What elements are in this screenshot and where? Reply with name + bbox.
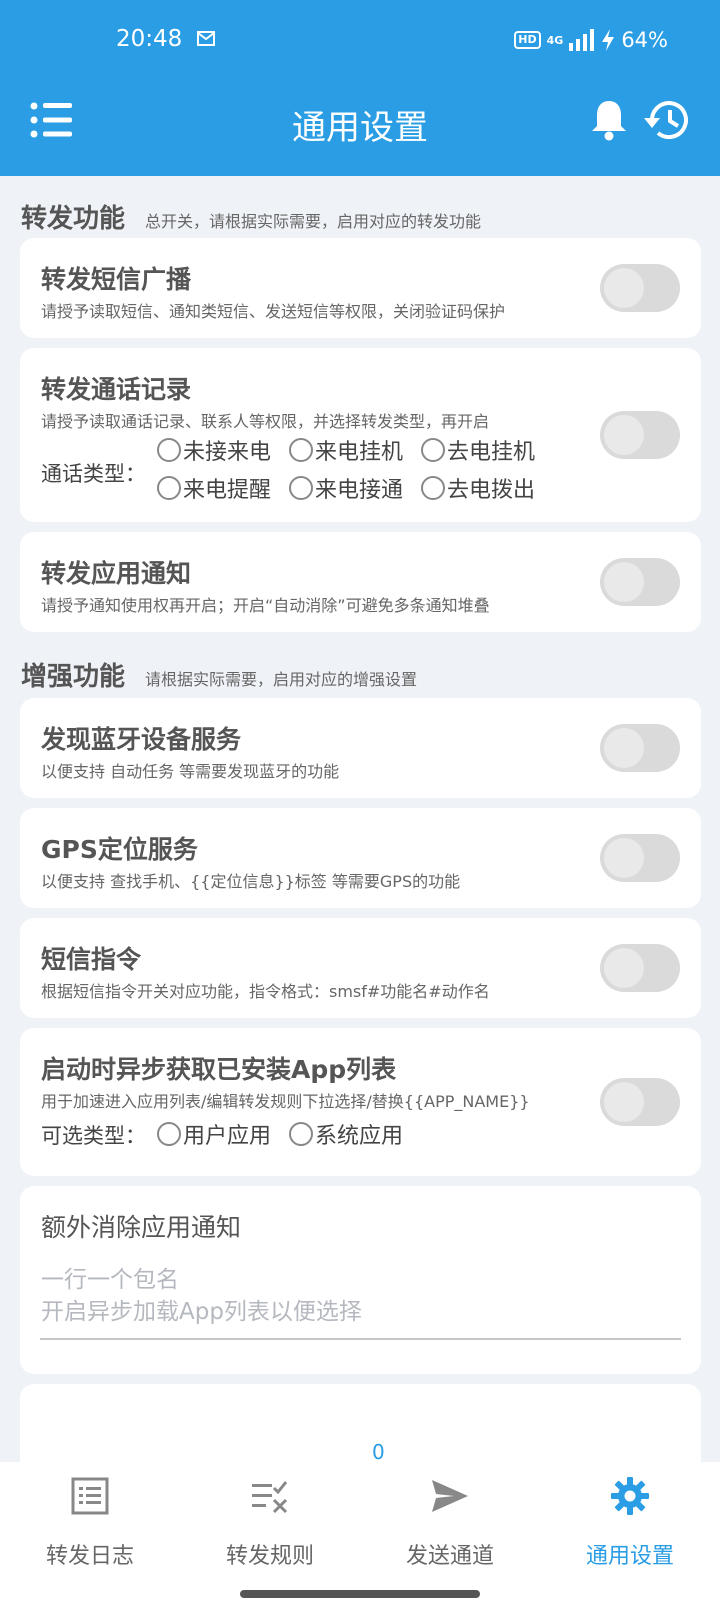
card-desc: 根据短信指令开关对应功能，指令格式：smsf#功能名#动作名 <box>41 982 490 1001</box>
card-partial <box>20 1384 701 1462</box>
nav-label: 发送通道 <box>405 1544 494 1569</box>
signal-icon <box>569 29 595 51</box>
radio-circle[interactable] <box>421 476 445 500</box>
card-title: 短信指令 <box>41 945 142 974</box>
radio-circle[interactable] <box>157 438 181 462</box>
radio-incoming-hangup[interactable]: 来电挂机 <box>289 434 403 466</box>
package-input-hint[interactable]: 一行一个包名 <box>41 1260 179 1294</box>
radio-label: 未接来电 <box>183 440 272 465</box>
card-forward-calls: 转发通话记录 请授予读取通话记录、联系人等权限，并选择转发类型，再开启 通话类型… <box>20 348 701 522</box>
nav-send-channel[interactable]: 发送通道 <box>360 1462 540 1608</box>
log-list-icon <box>71 1477 109 1515</box>
card-extra-clear-notify: 额外消除应用通知 一行一个包名 开启异步加载App列表以便选择 <box>20 1186 701 1374</box>
toggle-app-list[interactable] <box>600 1078 680 1126</box>
section-desc: 请根据实际需要，启用对应的增强设置 <box>145 670 418 689</box>
card-title: 转发短信广播 <box>41 265 192 294</box>
card-desc: 用于加速进入应用列表/编辑转发规则下拉选择/替换{{APP_NAME}} <box>41 1092 530 1111</box>
card-title: 发现蓝牙设备服务 <box>41 725 242 754</box>
status-time: 20:48 <box>116 26 183 52</box>
toggle-sms-command[interactable] <box>600 944 680 992</box>
radio-circle[interactable] <box>289 476 313 500</box>
section-title: 转发功能 <box>21 204 126 234</box>
input-underline <box>40 1338 681 1340</box>
bottom-nav: 转发日志 转发规则 发送通道 通用设置 <box>0 1462 720 1608</box>
app-type-label: 可选类型： <box>41 1124 146 1148</box>
radio-label: 来电提醒 <box>183 478 272 503</box>
card-title: 转发应用通知 <box>41 559 192 588</box>
app-bar: 20:48 HD 4G 64% 通用设置 <box>0 0 720 176</box>
card-title: 转发通话记录 <box>41 375 192 404</box>
toggle-forward-calls[interactable] <box>600 411 680 459</box>
card-forward-sms: 转发短信广播 请授予读取短信、通知类短信、发送短信等权限，关闭验证码保护 <box>20 238 701 338</box>
gear-icon <box>611 1477 649 1515</box>
card-bluetooth: 发现蓝牙设备服务 以便支持 自动任务 等需要发现蓝牙的功能 <box>20 698 701 798</box>
card-title: 启动时异步获取已安装App列表 <box>41 1055 397 1084</box>
charging-icon <box>602 29 615 51</box>
call-type-label: 通话类型： <box>41 462 146 486</box>
radio-incoming-answered[interactable]: 来电接通 <box>289 472 403 504</box>
radio-circle[interactable] <box>289 1122 313 1146</box>
nav-label: 转发规则 <box>225 1544 314 1569</box>
card-title: 额外消除应用通知 <box>41 1213 242 1242</box>
toggle-gps[interactable] <box>600 834 680 882</box>
history-icon[interactable] <box>644 98 690 142</box>
section-forward: 转发功能 总开关，请根据实际需要，启用对应的转发功能 <box>21 198 481 235</box>
card-app-list: 启动时异步获取已安装App列表 用于加速进入应用列表/编辑转发规则下拉选择/替换… <box>20 1028 701 1176</box>
status-indicators: HD 4G 64% <box>514 28 668 52</box>
battery-percent: 64% <box>621 28 668 52</box>
nav-label: 通用设置 <box>585 1544 674 1569</box>
nav-forward-rules[interactable]: 转发规则 <box>180 1462 360 1608</box>
toggle-bluetooth[interactable] <box>600 724 680 772</box>
package-input-hint-2[interactable]: 开启异步加载App列表以便选择 <box>41 1292 362 1326</box>
radio-circle[interactable] <box>421 438 445 462</box>
section-desc: 总开关，请根据实际需要，启用对应的转发功能 <box>145 212 482 231</box>
radio-label: 来电挂机 <box>315 440 404 465</box>
radio-outgoing-dial[interactable]: 去电拨出 <box>421 472 535 504</box>
card-desc: 请授予通知使用权再开启；开启“自动消除”可避免多条通知堆叠 <box>41 596 490 615</box>
message-status-icon <box>197 31 215 46</box>
card-sms-command: 短信指令 根据短信指令开关对应功能，指令格式：smsf#功能名#动作名 <box>20 918 701 1018</box>
nav-label: 转发日志 <box>45 1544 134 1569</box>
bell-icon[interactable] <box>590 98 628 142</box>
card-desc: 请授予读取短信、通知类短信、发送短信等权限，关闭验证码保护 <box>41 302 506 321</box>
card-forward-app-notify: 转发应用通知 请授予通知使用权再开启；开启“自动消除”可避免多条通知堆叠 <box>20 532 701 632</box>
card-title: GPS定位服务 <box>41 835 198 864</box>
card-desc: 以便支持 自动任务 等需要发现蓝牙的功能 <box>41 762 340 781</box>
radio-circle[interactable] <box>157 1122 181 1146</box>
card-desc: 以便支持 查找手机、{{定位信息}}标签 等需要GPS的功能 <box>41 872 461 891</box>
radio-user-apps[interactable]: 用户应用 <box>157 1118 271 1150</box>
nav-general-settings[interactable]: 通用设置 <box>540 1462 720 1608</box>
toggle-forward-sms[interactable] <box>600 264 680 312</box>
radio-system-apps[interactable]: 系统应用 <box>289 1118 403 1150</box>
rules-icon <box>252 1481 288 1514</box>
settings-list[interactable]: 转发功能 总开关，请根据实际需要，启用对应的转发功能 转发短信广播 请授予读取短… <box>0 176 720 1462</box>
radio-label: 去电挂机 <box>447 440 536 465</box>
radio-circle[interactable] <box>289 438 313 462</box>
counter-value: 0 <box>372 1440 385 1464</box>
radio-label: 用户应用 <box>183 1124 272 1149</box>
radio-circle[interactable] <box>157 476 181 500</box>
section-title: 增强功能 <box>21 662 126 692</box>
hd-icon: HD <box>514 31 541 49</box>
radio-label: 来电接通 <box>315 478 404 503</box>
radio-label: 系统应用 <box>315 1124 404 1149</box>
network-type: 4G <box>546 33 564 47</box>
radio-missed-call[interactable]: 未接来电 <box>157 434 271 466</box>
card-gps: GPS定位服务 以便支持 查找手机、{{定位信息}}标签 等需要GPS的功能 <box>20 808 701 908</box>
send-icon <box>432 1480 468 1512</box>
nav-forward-log[interactable]: 转发日志 <box>0 1462 180 1608</box>
toggle-forward-app-notify[interactable] <box>600 558 680 606</box>
radio-outgoing-hangup[interactable]: 去电挂机 <box>421 434 535 466</box>
radio-incoming-alert[interactable]: 来电提醒 <box>157 472 271 504</box>
home-indicator[interactable] <box>240 1590 480 1598</box>
radio-label: 去电拨出 <box>447 478 536 503</box>
card-desc: 请授予读取通话记录、联系人等权限，并选择转发类型，再开启 <box>41 412 490 431</box>
section-enhance: 增强功能 请根据实际需要，启用对应的增强设置 <box>21 656 417 693</box>
